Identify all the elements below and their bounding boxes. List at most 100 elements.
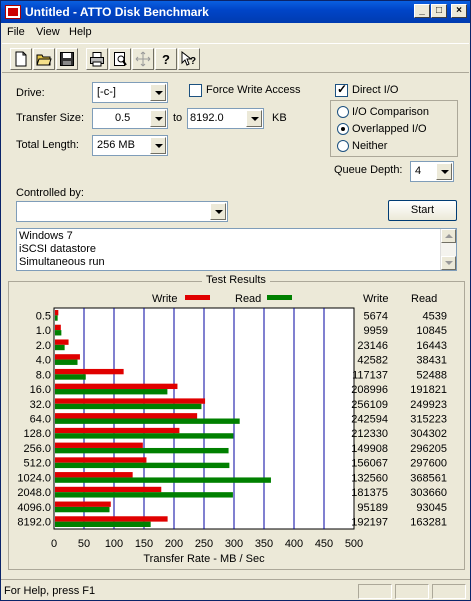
read-value: 303660: [410, 487, 447, 499]
read-value: 10845: [416, 325, 447, 337]
x-tick-label: 450: [315, 538, 333, 550]
y-tick-label: 2048.0: [17, 487, 51, 499]
read-value: 38431: [416, 355, 447, 367]
status-pane: [432, 584, 466, 599]
y-tick-label: 4.0: [36, 355, 51, 367]
write-bar: [55, 383, 178, 390]
write-bar: [55, 310, 59, 316]
read-value: 297600: [410, 458, 447, 470]
x-tick-label: 250: [195, 538, 213, 550]
write-bar: [55, 472, 133, 478]
y-tick-label: 32.0: [30, 399, 51, 411]
legend-write-swatch: [185, 295, 210, 300]
read-value: 304302: [410, 428, 447, 440]
read-value: 163281: [410, 517, 447, 529]
write-bar: [55, 442, 143, 448]
write-bar: [55, 368, 124, 375]
write-bar: [55, 516, 168, 522]
y-tick-label: 128.0: [23, 428, 51, 440]
write-value: 192197: [351, 517, 388, 529]
x-tick-label: 50: [78, 538, 90, 550]
read-bar: [55, 315, 58, 321]
read-bar: [55, 433, 234, 439]
y-tick-label: 8192.0: [17, 517, 51, 529]
write-value: 242594: [351, 414, 388, 426]
status-pane: [395, 584, 429, 599]
status-text: For Help, press F1: [4, 585, 96, 597]
x-tick-label: 200: [165, 538, 183, 550]
y-tick-label: 512.0: [23, 458, 51, 470]
read-bar: [55, 462, 230, 469]
read-value: 368561: [410, 472, 447, 484]
y-tick-label: 64.0: [30, 414, 51, 426]
read-bar: [55, 330, 62, 336]
read-value: 315223: [410, 414, 447, 426]
write-value: 149908: [351, 443, 388, 455]
write-value: 212330: [351, 428, 388, 440]
write-value: 181375: [351, 487, 388, 499]
y-tick-label: 2.0: [36, 340, 51, 352]
y-tick-label: 8.0: [36, 369, 51, 381]
read-bar: [55, 374, 86, 380]
x-tick-label: 350: [255, 538, 273, 550]
read-bar: [55, 359, 78, 365]
write-bar: [55, 413, 198, 419]
read-bar: [55, 403, 202, 410]
write-value: 9959: [364, 325, 388, 337]
x-tick-label: 300: [225, 538, 243, 550]
write-value: 23146: [357, 340, 388, 352]
results-chart: Write Read Write Read 0 50 100 150 200 250 300…: [17, 293, 447, 565]
read-bar: [55, 521, 151, 527]
write-value: 208996: [351, 384, 388, 396]
read-bar: [55, 344, 65, 351]
legend-write-label: Write: [152, 293, 177, 305]
read-value: 296205: [410, 443, 447, 455]
write-value: 42582: [357, 355, 388, 367]
write-bar: [55, 501, 111, 507]
legend-read-swatch: [267, 295, 292, 300]
x-axis-label: Transfer Rate - MB / Sec: [143, 553, 265, 565]
read-value: 191821: [410, 384, 447, 396]
read-column-header: Read: [411, 293, 437, 305]
write-value: 156067: [351, 458, 388, 470]
read-bar: [55, 389, 168, 395]
x-tick-label: 400: [285, 538, 303, 550]
x-tick-label: 0: [51, 538, 57, 550]
write-value: 256109: [351, 399, 388, 411]
read-value: 249923: [410, 399, 447, 411]
read-value: 93045: [416, 502, 447, 514]
y-tick-label: 256.0: [23, 443, 51, 455]
read-value: 4539: [423, 310, 447, 322]
write-bar: [55, 427, 180, 434]
app-window: Untitled - ATTO Disk Benchmark _ □ × Fil…: [0, 0, 471, 601]
read-value: 16443: [416, 340, 447, 352]
status-pane: [358, 584, 392, 599]
read-bar: [55, 506, 110, 513]
write-value: 117137: [352, 369, 388, 381]
write-bar: [55, 324, 61, 331]
legend-read-label: Read: [235, 293, 261, 305]
write-column-header: Write: [363, 293, 388, 305]
write-bar: [55, 486, 162, 493]
y-tick-label: 4096.0: [17, 502, 51, 514]
x-tick-label: 500: [345, 538, 363, 550]
write-bar: [55, 339, 69, 345]
write-value: 5674: [364, 310, 388, 322]
write-bar: [55, 457, 147, 463]
y-tick-label: 1.0: [36, 325, 51, 337]
write-bar: [55, 354, 80, 360]
read-bar: [55, 477, 271, 483]
read-bar: [55, 447, 229, 454]
y-tick-label: 16.0: [30, 384, 51, 396]
y-tick-label: 1024.0: [17, 472, 51, 484]
read-bar: [55, 418, 240, 424]
status-bar: For Help, press F1: [1, 579, 470, 601]
y-tick-label: 0.5: [36, 310, 51, 322]
write-value: 95189: [357, 502, 388, 514]
write-value: 132560: [351, 472, 388, 484]
write-bar: [55, 398, 206, 404]
read-bar: [55, 492, 233, 498]
x-tick-label: 150: [135, 538, 153, 550]
x-tick-label: 100: [105, 538, 123, 550]
read-value: 52488: [416, 369, 447, 381]
